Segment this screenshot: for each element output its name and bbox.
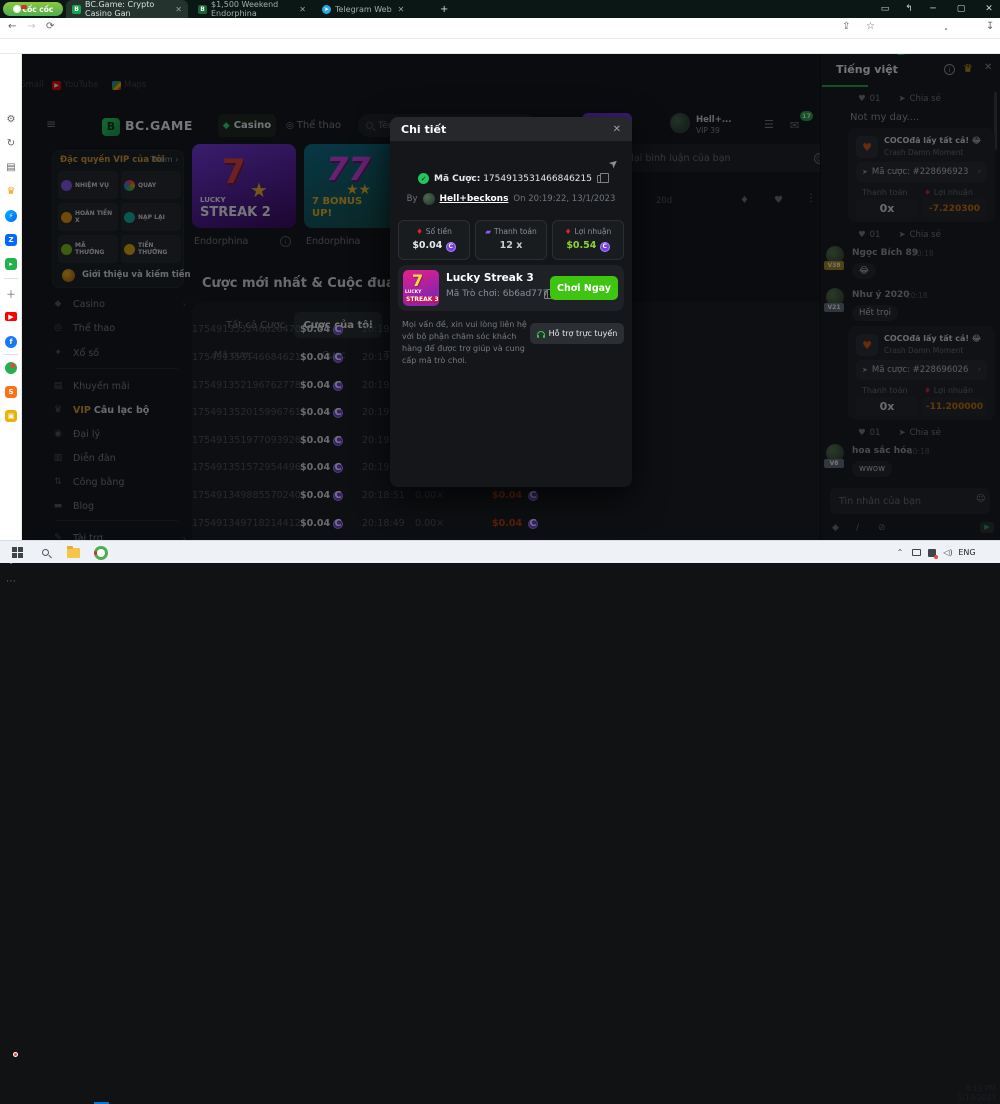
stat-payout: ▰Thanh toán 12 x <box>475 220 547 260</box>
new-tab-button[interactable]: + <box>440 4 448 15</box>
bookmark-star-icon[interactable]: ☆ <box>866 21 875 32</box>
share-icon[interactable]: ⇪ <box>842 21 850 32</box>
seven-glyph: 7 <box>412 271 423 290</box>
tab-close-icon[interactable]: ✕ <box>398 5 405 14</box>
bookmarks-bar: MGmail ▶YouTube Maps <box>0 39 1000 54</box>
browser-tab-endorphina[interactable]: B $1,500 Weekend Endorphina ✕ <box>192 0 312 18</box>
profit-icon: ♦ <box>565 227 572 236</box>
stat-profit: ♦Lợi nhuận $0.54 C <box>552 220 624 260</box>
bettor-avatar <box>423 193 435 205</box>
sidebar-facebook-icon[interactable]: f <box>5 336 17 348</box>
window-close-button[interactable]: ✕ <box>978 0 1000 18</box>
forward-icon[interactable]: → <box>27 21 35 32</box>
bet-details-modal: Chi tiết ✕ ➤ ✓ Mã Cược: 1754913531466846… <box>390 117 632 487</box>
bettor-username[interactable]: Hell+beckons <box>440 194 509 204</box>
window-maximize-button[interactable]: ▢ <box>950 0 972 18</box>
modal-title: Chi tiết <box>401 123 446 136</box>
stat-amount: ♦Số tiền $0.04 C <box>398 220 470 260</box>
back-icon[interactable]: ← <box>8 21 16 32</box>
sidebar-settings-icon[interactable]: ⚙ <box>0 114 22 125</box>
sidebar-shop-icon[interactable]: S <box>5 386 17 398</box>
taskbar-explorer-icon[interactable] <box>62 541 84 564</box>
tray-time[interactable]: 8:19 PM <box>958 1084 996 1093</box>
coin-icon: C <box>600 242 610 252</box>
media-control-icon[interactable]: ▭ <box>874 0 896 18</box>
tab-close-icon[interactable]: ✕ <box>299 5 306 14</box>
modal-header: Chi tiết ✕ <box>390 117 632 141</box>
telegram-favicon: ➤ <box>322 5 331 14</box>
sidebar-more-icon[interactable]: ⋯ <box>0 576 22 587</box>
sidebar-divider <box>4 354 18 355</box>
reload-icon[interactable]: ⟳ <box>46 21 54 32</box>
taskbar-coccoc-icon[interactable] <box>90 541 112 564</box>
share-bet-icon[interactable]: ➤ <box>606 156 621 172</box>
game-card: 7 LUCKY STREAK 3 Lucky Streak 3 Mã Trò c… <box>398 265 624 311</box>
tray-hidden-icons[interactable]: ⌃ <box>892 541 908 564</box>
sidebar-add-icon[interactable]: ＋ <box>0 286 22 301</box>
tray-app-icon[interactable] <box>924 541 940 564</box>
sidebar-games-icon[interactable]: ▸ <box>5 258 17 270</box>
coccoc-logo-icon <box>13 5 21 13</box>
sidebar-pinned-site-icon[interactable] <box>5 362 17 374</box>
sidebar-history-icon[interactable]: ↻ <box>0 138 22 149</box>
start-button[interactable] <box>6 541 28 564</box>
coin-icon: C <box>446 242 456 252</box>
downloads-tray-icon[interactable]: ↧ <box>986 21 994 32</box>
sidebar-image-icon[interactable]: ▣ <box>5 410 17 422</box>
sidebar-feed-icon[interactable]: ▤ <box>0 162 22 173</box>
verified-check-icon: ✓ <box>418 173 429 184</box>
modal-close-icon[interactable]: ✕ <box>613 124 621 135</box>
bcgame-favicon: B <box>198 5 207 14</box>
payout-icon: ▰ <box>485 227 491 236</box>
game-title: Lucky Streak 3 <box>446 272 534 284</box>
support-note: Mọi vấn đề, xin vui lòng liên hệ với bộ … <box>402 319 528 367</box>
tray-volume-icon[interactable]: ◁) <box>940 541 956 564</box>
sidebar-divider <box>4 278 18 279</box>
browser-tab-telegram[interactable]: ➤ Telegram Web ✕ <box>316 0 432 18</box>
play-now-button[interactable]: Chơi Ngay <box>550 276 618 300</box>
tray-date[interactable]: 1/13/2023 <box>952 1093 996 1102</box>
bet-id-row: ✓ Mã Cược: 1754913531466846215 <box>390 173 632 184</box>
windows-taskbar: ⌃ ◁) ENG 8:19 PM 1/13/2023 <box>0 540 1000 563</box>
browser-sidebar: ⚙ ↻ ▤ ♛ ⚡ Z ▸ ＋ ▶ f S ▣ ⋯ <box>0 54 22 540</box>
tab-close-icon[interactable]: ✕ <box>175 5 182 14</box>
sidebar-messenger-icon[interactable]: ⚡ <box>5 210 17 222</box>
sidebar-crown-icon[interactable]: ♛ <box>0 186 22 197</box>
sidebar-youtube-icon[interactable]: ▶ <box>5 312 17 321</box>
tray-network-icon[interactable] <box>908 541 924 564</box>
window-minimize-button[interactable]: ─ <box>922 0 944 18</box>
live-support-button[interactable]: Hỗ trợ trực tuyến <box>530 323 624 344</box>
sidebar-zalo-icon[interactable]: Z <box>5 234 17 246</box>
headset-icon <box>537 331 545 336</box>
coccoc-menu-button[interactable]: cốc cốc <box>3 2 63 16</box>
browser-tab-bcgame[interactable]: B BC.Game: Crypto Casino Gan ✕ <box>66 0 188 18</box>
amount-icon: ♦ <box>416 227 423 236</box>
restore-tab-icon[interactable]: ↰ <box>898 0 920 18</box>
browser-tab-bar: cốc cốc B BC.Game: Crypto Casino Gan ✕ B… <box>0 0 1000 18</box>
browser-address-bar: ← → ⟳ bc.game/vi/game/lucky-streak-3-by-… <box>0 18 1000 39</box>
bcgame-favicon: B <box>72 5 81 14</box>
bet-author-row: By Hell+beckons On 20:19:22, 13/1/2023 <box>390 193 632 205</box>
tray-language[interactable]: ENG <box>956 541 978 564</box>
copy-icon[interactable] <box>597 175 604 183</box>
game-thumbnail[interactable]: 7 LUCKY STREAK 3 <box>403 270 439 306</box>
taskbar-search-icon[interactable] <box>34 541 56 564</box>
